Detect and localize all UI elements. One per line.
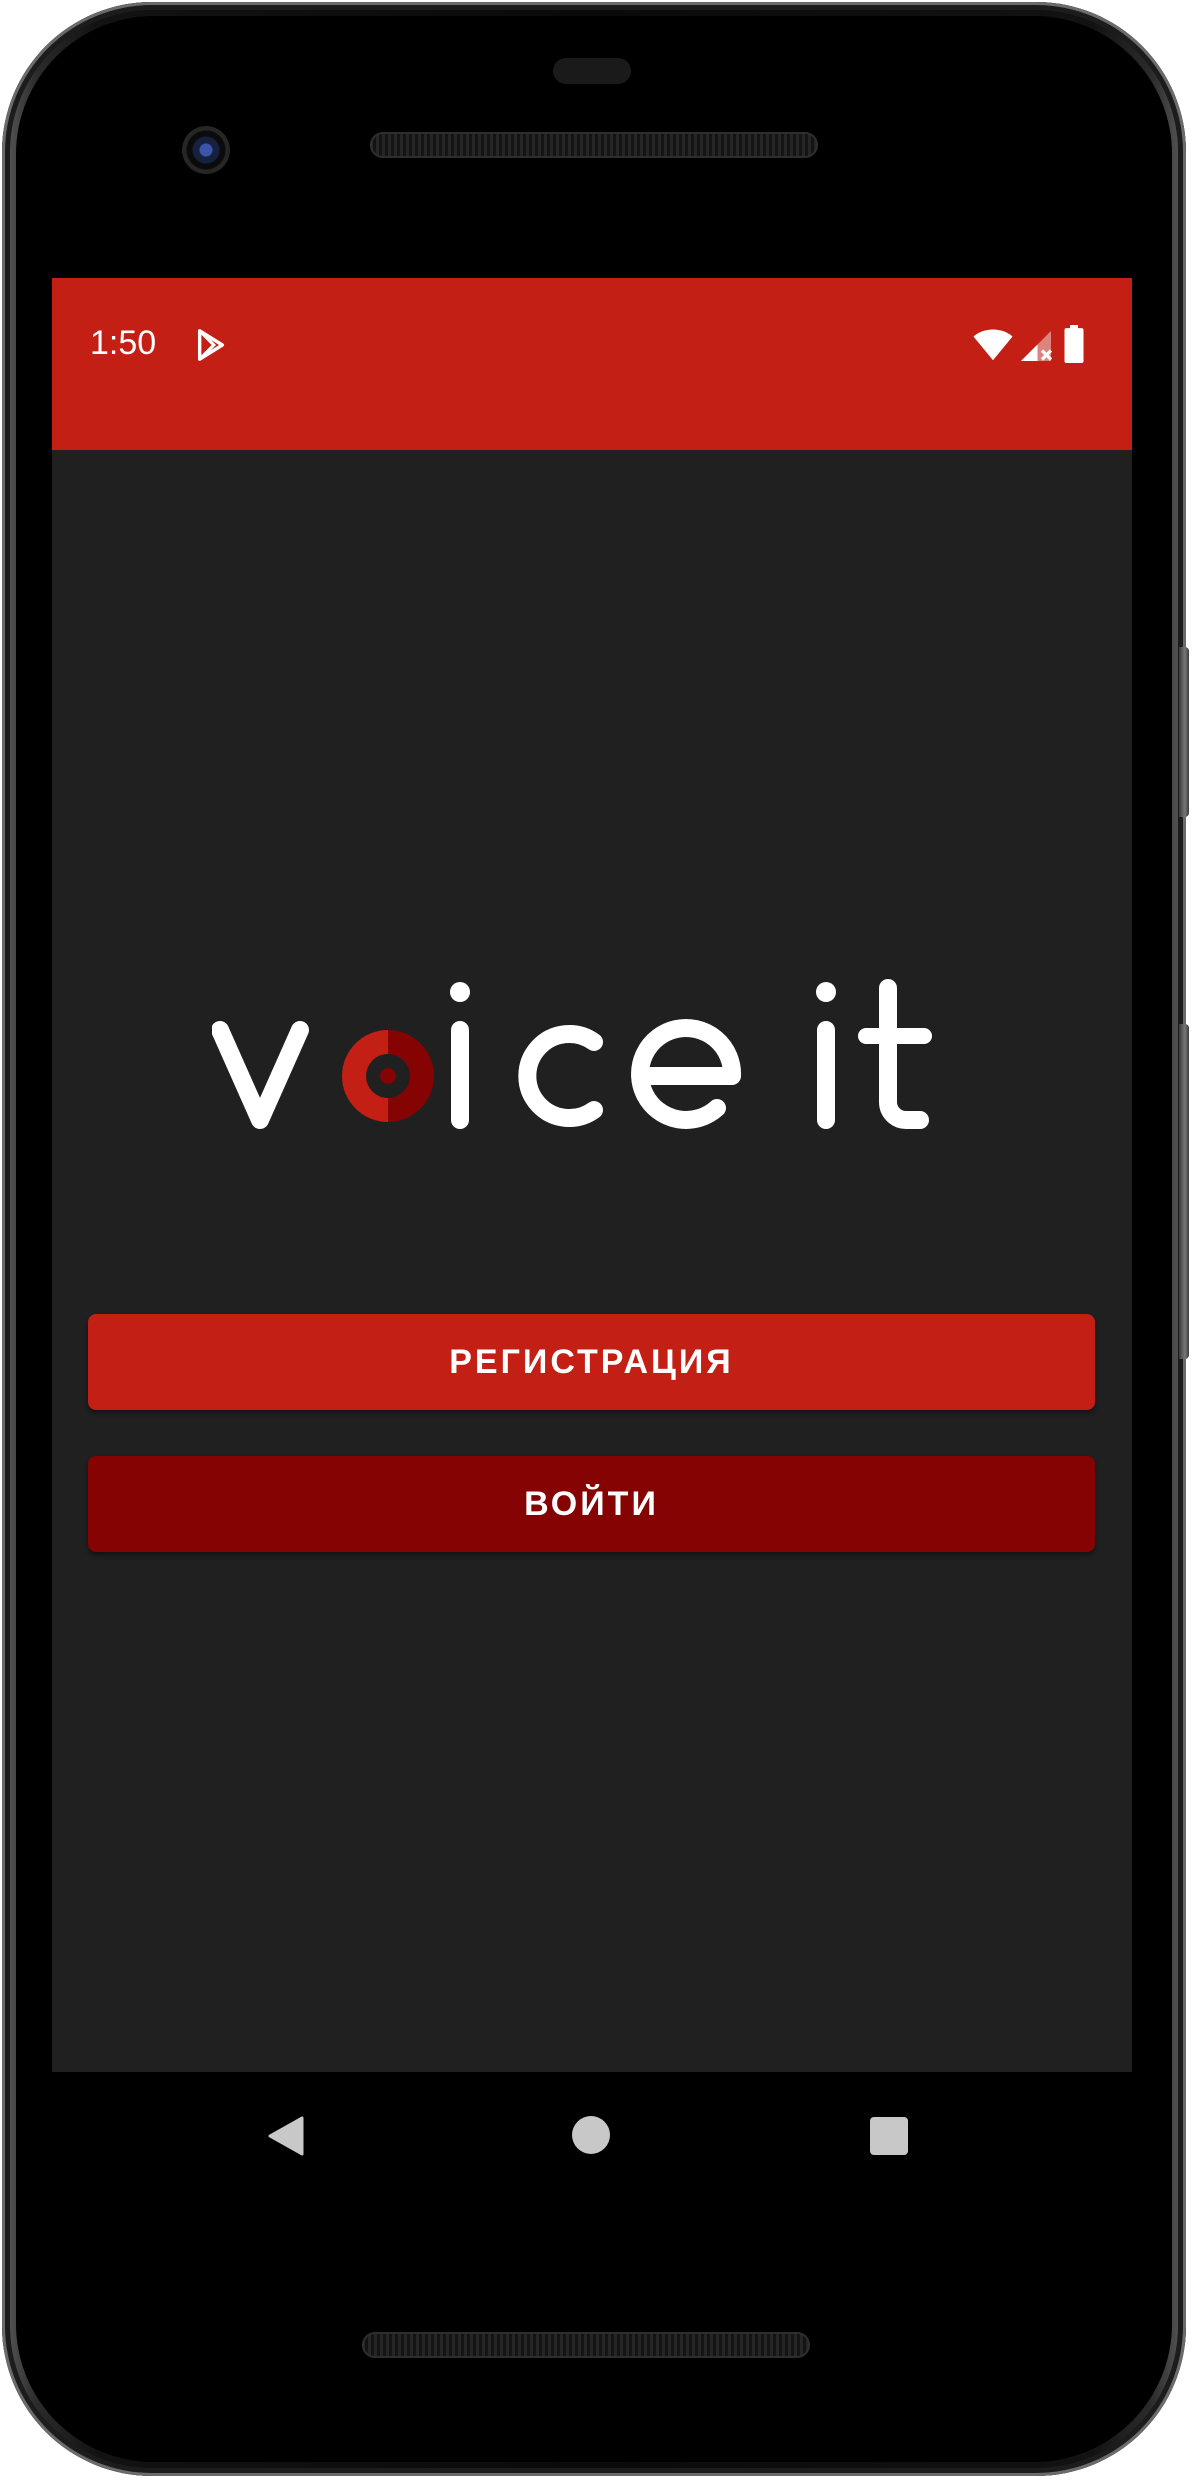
front-camera xyxy=(182,126,230,174)
battery-icon xyxy=(1064,325,1084,363)
app-screen: 1:50 РЕГИСТРАЦИЯ ВОЙТИ xyxy=(52,278,1132,2072)
register-button[interactable]: РЕГИСТРАЦИЯ xyxy=(88,1314,1095,1410)
back-icon[interactable] xyxy=(266,2116,306,2156)
home-icon[interactable] xyxy=(572,2116,610,2154)
login-button[interactable]: ВОЙТИ xyxy=(88,1456,1095,1552)
status-time: 1:50 xyxy=(90,324,157,362)
cellular-signal-icon xyxy=(1021,331,1053,361)
earpiece-speaker xyxy=(370,132,818,158)
status-bar: 1:50 xyxy=(52,278,1132,450)
power-button xyxy=(1179,647,1189,817)
volume-button xyxy=(1179,1024,1189,1359)
bottom-speaker xyxy=(362,2332,810,2358)
top-sensor-slot xyxy=(553,58,631,84)
play-store-icon xyxy=(197,329,225,361)
navigation-bar xyxy=(52,2072,1132,2198)
wifi-icon xyxy=(973,329,1013,361)
recent-apps-icon[interactable] xyxy=(870,2117,908,2155)
voice-it-logo xyxy=(212,979,932,1129)
